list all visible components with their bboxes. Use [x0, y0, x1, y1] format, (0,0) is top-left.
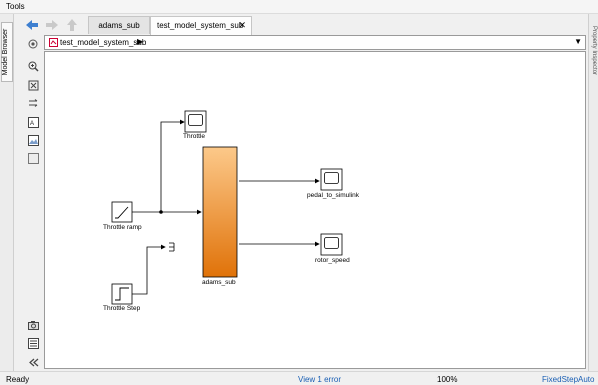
terminator-block[interactable] [169, 242, 175, 252]
throttle-step-block[interactable] [111, 283, 133, 305]
solver-link[interactable]: FixedStepAuto [542, 375, 594, 384]
view-errors-link[interactable]: View 1 error [298, 375, 341, 384]
path-dropdown-icon[interactable]: ▼ [574, 37, 582, 46]
menu-tools[interactable]: Tools [6, 2, 25, 11]
forward-arrow-icon[interactable] [44, 18, 60, 32]
list-icon[interactable] [27, 337, 39, 349]
left-sidebar: Model Browser [0, 14, 14, 371]
back-arrow-icon[interactable] [24, 18, 40, 32]
hide-browser-icon[interactable] [27, 38, 39, 50]
fit-view-icon[interactable] [27, 79, 39, 91]
pedal-scope-label: pedal_to_simulink [307, 192, 360, 199]
model-canvas[interactable]: Throttle Throttle ramp Throttle Step ada… [44, 51, 586, 369]
tab-adams-sub-label: adams_sub [98, 21, 140, 30]
close-tab-icon[interactable]: ✕ [238, 20, 246, 31]
tab-adams-sub[interactable]: adams_sub [88, 16, 150, 34]
right-sidebar: Property Inspector [588, 14, 598, 371]
zoom-in-icon[interactable] [27, 60, 39, 72]
tab-test-model-label: test_model_system_sub [157, 21, 244, 30]
model-browser-tab[interactable]: Model Browser [1, 22, 13, 82]
adams-sub-block[interactable] [202, 146, 238, 278]
camera-icon[interactable] [27, 319, 39, 331]
signal-arrow-icon[interactable] [27, 97, 39, 109]
menu-bar: Tools [0, 0, 598, 14]
status-bar: Ready View 1 error 100% FixedStepAuto [0, 371, 598, 385]
area-icon[interactable] [27, 152, 39, 164]
throttle-scope-label: Throttle [183, 133, 206, 140]
canvas-toolbar: A [24, 36, 42, 368]
property-inspector-tab[interactable]: Property Inspector [589, 24, 598, 84]
model-path-bar[interactable]: test_model_system_sub ▶ ▼ [44, 35, 586, 50]
tab-test-model-system-sub[interactable]: test_model_system_sub ✕ [150, 16, 252, 35]
svg-text:A: A [30, 121, 34, 127]
zoom-level: 100% [437, 375, 458, 384]
adams-sub-label: adams_sub [202, 279, 236, 286]
navigation-row: adams_sub test_model_system_sub ✕ [20, 16, 586, 35]
path-arrow-icon[interactable]: ▶ [137, 37, 143, 46]
pedal-scope-block[interactable] [320, 168, 343, 191]
status-ready: Ready [6, 375, 30, 384]
image-icon[interactable] [27, 134, 39, 146]
branch-point [159, 210, 163, 214]
throttle-step-label: Throttle Step [103, 305, 141, 312]
throttle-scope-block[interactable] [184, 110, 207, 133]
rotor-scope-label: rotor_speed [315, 257, 350, 264]
rotor-scope-block[interactable] [320, 233, 343, 256]
model-path[interactable]: test_model_system_sub [60, 38, 146, 47]
throttle-ramp-block[interactable] [111, 201, 133, 223]
property-inspector-label: Property Inspector [591, 26, 597, 76]
annotation-icon[interactable]: A [27, 116, 39, 128]
collapse-icon[interactable] [27, 356, 39, 368]
up-arrow-icon[interactable] [64, 18, 80, 32]
model-icon [49, 38, 58, 47]
model-browser-label: Model Browser [2, 28, 9, 76]
throttle-ramp-label: Throttle ramp [103, 224, 142, 231]
